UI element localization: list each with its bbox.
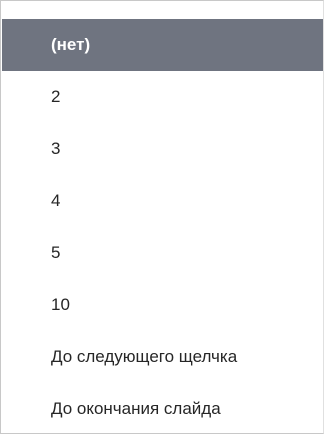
menu-item-until-end-of-slide[interactable]: До окончания слайда [2, 383, 323, 435]
menu-item-4[interactable]: 4 [2, 175, 323, 227]
menu-item-until-next-click[interactable]: До следующего щелчка [2, 331, 323, 383]
menu-item-2[interactable]: 2 [2, 71, 323, 123]
menu-item-10[interactable]: 10 [2, 279, 323, 331]
dropdown-menu: (нет) 2 3 4 5 10 До следующего щелчка До… [0, 0, 324, 434]
menu-item-none[interactable]: (нет) [2, 19, 323, 71]
menu-item-3[interactable]: 3 [2, 123, 323, 175]
menu-item-5[interactable]: 5 [2, 227, 323, 279]
